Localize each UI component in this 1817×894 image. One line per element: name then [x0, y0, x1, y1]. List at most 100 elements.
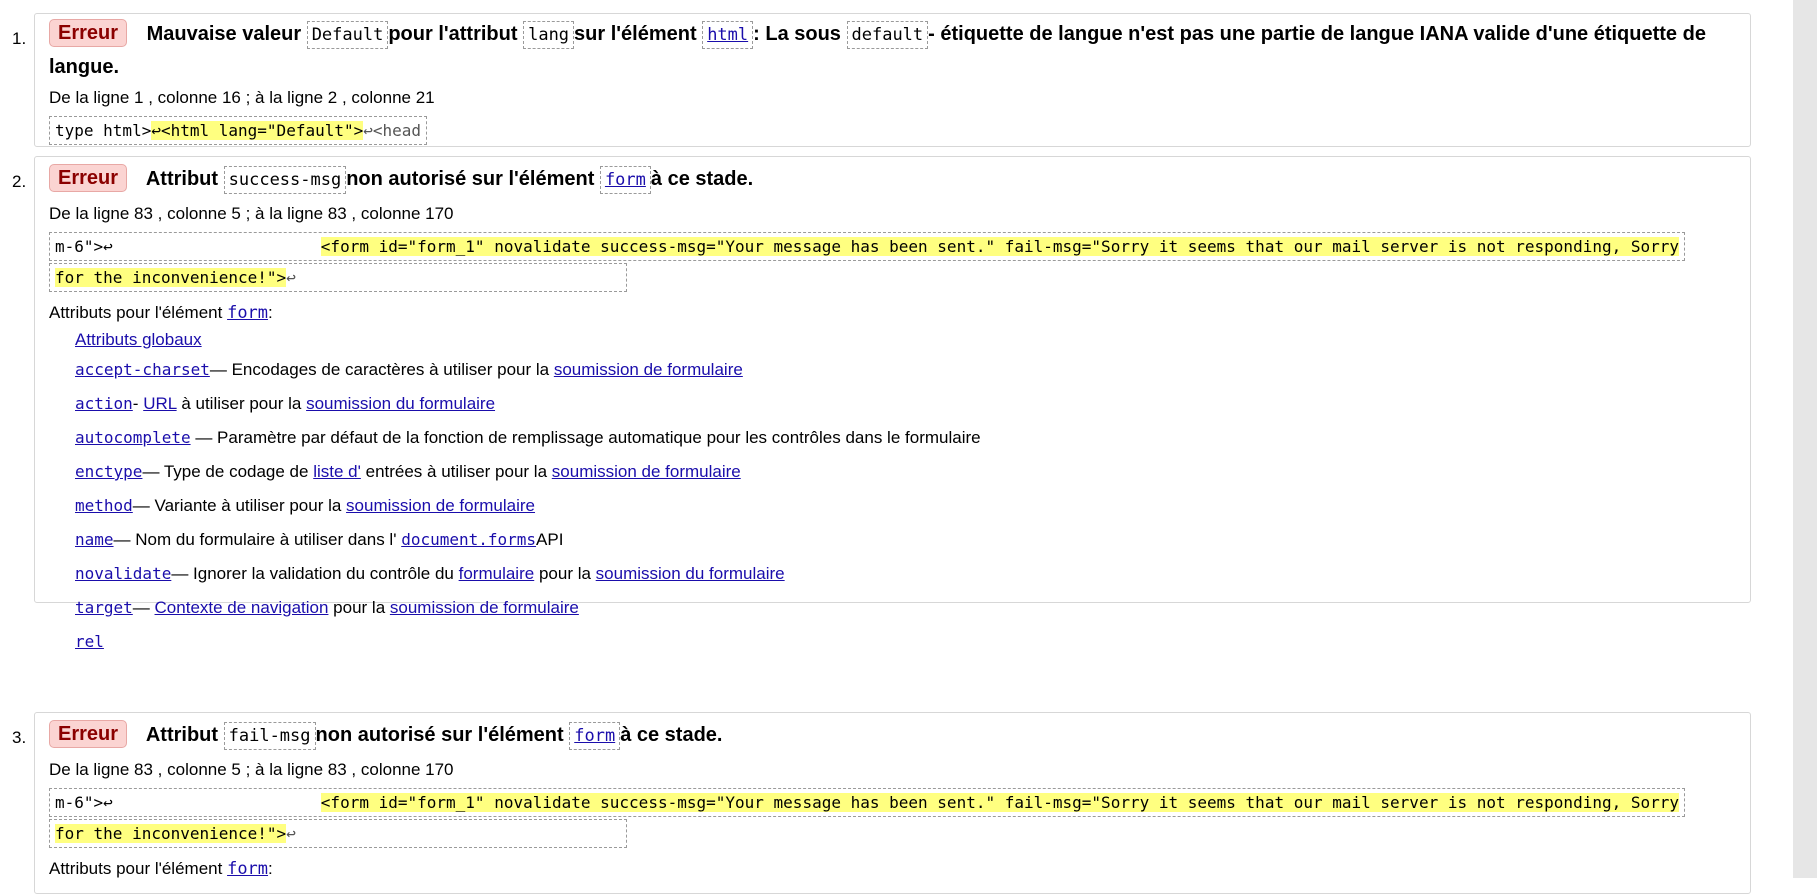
attribute-link-accept-charset[interactable]: accept-charset: [75, 360, 210, 379]
message-text: : La sous: [753, 23, 841, 45]
attributes-title-colon: :: [268, 303, 273, 322]
extract-highlight: <form id="form_1" novalidate success-msg…: [320, 237, 1680, 256]
attribute-link-target[interactable]: target: [75, 598, 133, 617]
message-text: sur l'élément: [574, 23, 697, 45]
code-subtag: default: [846, 21, 929, 49]
attribute-link-novalidate[interactable]: novalidate: [75, 564, 171, 583]
scrollbar-gutter[interactable]: [1793, 0, 1817, 878]
attribute-link-method[interactable]: method: [75, 496, 133, 515]
attribute-item: autocomplete — Paramètre par défaut de l…: [75, 421, 1736, 455]
attribute-item: accept-charset— Encodages de caractères …: [75, 353, 1736, 387]
source-extract: type html>↩<html lang="Default">↩<head: [49, 115, 1736, 146]
extract-before: m-6">↩: [55, 793, 113, 812]
code-value: Default: [306, 21, 389, 49]
attribute-description: pour la: [538, 564, 591, 583]
extract-after: ↩: [286, 268, 296, 287]
extract-line: for the inconvenience!">↩: [49, 263, 627, 292]
extract-line: for the inconvenience!">↩: [49, 819, 627, 848]
form-submission-link[interactable]: soumission de formulaire: [554, 360, 743, 379]
message-text: Mauvaise valeur: [146, 23, 302, 45]
message-text: Attribut: [145, 724, 219, 746]
attribute-link-action[interactable]: action: [75, 394, 133, 413]
element-link-form[interactable]: form: [574, 726, 615, 746]
attributes-title: Attributs pour l'élément form:: [49, 855, 1736, 883]
attributes-list: Attributs globaux accept-charset— Encoda…: [49, 327, 1736, 659]
attribute-description: — Nom du formulaire à utiliser dans l': [113, 530, 397, 549]
attribute-link-autocomplete[interactable]: autocomplete: [75, 428, 191, 447]
extract-highlight: for the inconvenience!">: [55, 824, 287, 843]
attribute-link-rel[interactable]: rel: [75, 632, 104, 651]
attribute-description: — Variante à utiliser pour la: [132, 496, 342, 515]
message-text: non autorisé sur l'élément: [346, 168, 595, 190]
attribute-link-enctype[interactable]: enctype: [75, 462, 142, 481]
attribute-item: rel: [75, 625, 1736, 659]
code-attribute: fail-msg: [223, 722, 316, 750]
form-submission-link[interactable]: soumission du formulaire: [596, 564, 785, 583]
attribute-description: — Paramètre par défaut de la fonction de…: [195, 428, 981, 447]
attribute-link-name[interactable]: name: [75, 530, 114, 549]
url-link[interactable]: URL: [143, 394, 176, 413]
global-attributes-link[interactable]: Attributs globaux: [75, 330, 202, 349]
form-submission-link[interactable]: soumission de formulaire: [552, 462, 741, 481]
message-text: à ce stade.: [620, 724, 723, 746]
form-submission-link[interactable]: soumission de formulaire: [346, 496, 535, 515]
attribute-item: action- URL à utiliser pour la soumissio…: [75, 387, 1736, 421]
attribute-item: method— Variante à utiliser pour la soum…: [75, 489, 1736, 523]
message-location: De la ligne 83 , colonne 5 ; à la ligne …: [49, 760, 454, 779]
attributes-element-link[interactable]: form: [227, 303, 268, 323]
message-heading: Erreur Mauvaise valeur Default pour l'att…: [49, 18, 1736, 83]
extract-before: m-6">↩: [55, 237, 113, 256]
form-submission-link[interactable]: soumission de formulaire: [390, 598, 579, 617]
attribute-description: — Ignorer la validation du contrôle du: [171, 564, 454, 583]
code-attribute: success-msg: [223, 166, 347, 194]
message-location: De la ligne 1 , colonne 16 ; à la ligne …: [49, 88, 435, 107]
extract-line: m-6">↩ <form id="form_1" novalidate succe…: [49, 232, 1686, 261]
attribute-item: name— Nom du formulaire à utiliser dans …: [75, 523, 1736, 557]
message-text: à ce stade.: [650, 168, 754, 190]
extract-before: type html>: [55, 121, 152, 140]
error-badge: Erreur: [49, 720, 128, 748]
extract-line: m-6">↩ <form id="form_1" novalidate succe…: [49, 788, 1686, 817]
extract-highlight: <form id="form_1" novalidate success-msg…: [320, 793, 1680, 812]
attribute-item: enctype— Type de codage de liste d' entr…: [75, 455, 1736, 489]
element-link-form[interactable]: form: [605, 170, 646, 190]
attributes-title-colon: :: [268, 859, 273, 878]
message-heading: Erreur Attribut success-msg non autorisé …: [49, 161, 1736, 199]
document-forms-link[interactable]: document.forms: [401, 530, 536, 549]
attribute-item: novalidate— Ignorer la validation du con…: [75, 557, 1736, 591]
browsing-context-link[interactable]: Contexte de navigation: [155, 598, 329, 617]
message-number: 1.: [12, 29, 27, 48]
extract-highlight: ↩<html lang="Default">: [151, 121, 364, 140]
message-location: De la ligne 83 , colonne 5 ; à la ligne …: [49, 204, 454, 223]
error-badge: Erreur: [49, 164, 128, 192]
attribute-description: API: [536, 530, 564, 549]
attributes-title-text: Attributs pour l'élément: [49, 859, 223, 878]
extract-line: type html>↩<html lang="Default">↩<head: [49, 116, 428, 145]
attribute-dash: —: [132, 598, 150, 617]
attribute-description: pour la: [333, 598, 386, 617]
entry-list-link[interactable]: liste d': [313, 462, 361, 481]
attributes-title: Attributs pour l'élément form:: [49, 299, 1736, 327]
source-extract: m-6">↩ <form id="form_1" novalidate succe…: [49, 231, 1736, 293]
message-number: 2.: [12, 172, 27, 191]
attributes-element-link[interactable]: form: [227, 859, 268, 879]
message-card: Erreur Mauvaise valeur Default pour l'att…: [34, 13, 1751, 147]
attribute-item: Attributs globaux: [75, 327, 1736, 353]
attribute-item: target— Contexte de navigation pour la s…: [75, 591, 1736, 625]
message-text: Attribut: [145, 168, 219, 190]
element-link-html[interactable]: html: [707, 25, 748, 45]
attribute-description: — Encodages de caractères à utiliser pou…: [209, 360, 550, 379]
form-submission-link[interactable]: soumission du formulaire: [306, 394, 495, 413]
element-link-box[interactable]: form: [599, 166, 651, 194]
message-number: 3.: [12, 728, 27, 747]
message-text: non autorisé sur l'élément: [315, 724, 564, 746]
attributes-title-text: Attributs pour l'élément: [49, 303, 223, 322]
extract-after: ↩: [286, 824, 296, 843]
message-heading: Erreur Attribut fail-msg non autorisé sur…: [49, 717, 1736, 755]
form-link[interactable]: formulaire: [459, 564, 535, 583]
element-link-box[interactable]: form: [569, 722, 621, 750]
element-link-box[interactable]: html: [702, 21, 754, 49]
attribute-description: entrées à utiliser pour la: [365, 462, 548, 481]
source-extract: m-6">↩ <form id="form_1" novalidate succe…: [49, 787, 1736, 849]
error-badge: Erreur: [49, 19, 128, 47]
